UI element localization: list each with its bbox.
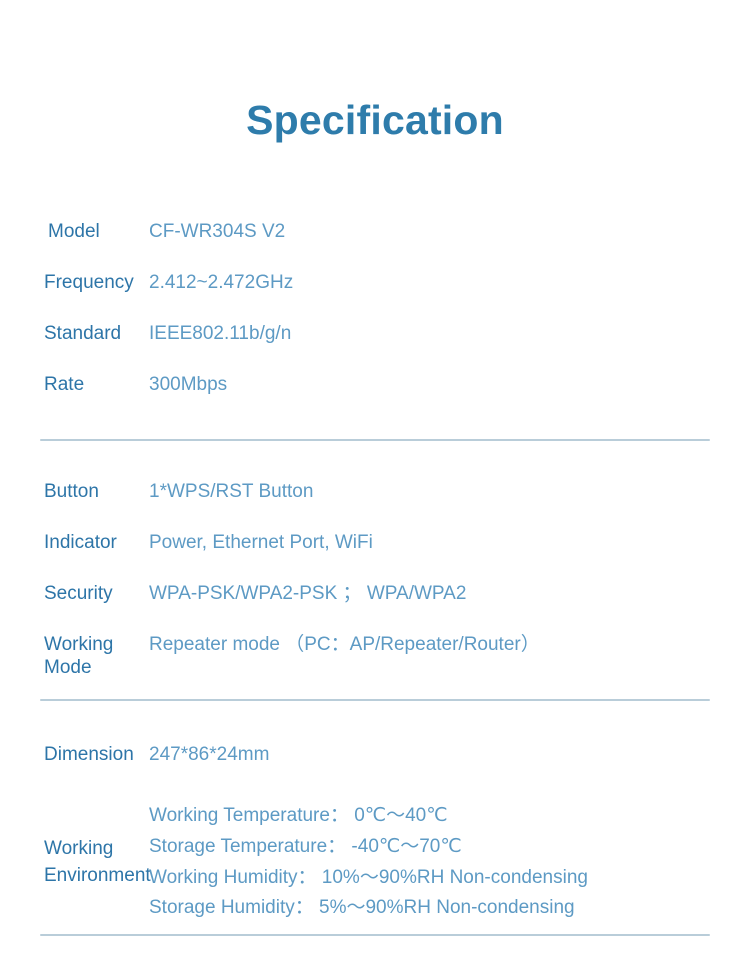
table-row: Working Mode Repeater mode （PC：AP/Repeat… <box>0 633 750 684</box>
row-label-frequency: Frequency <box>44 272 134 293</box>
row-value-working-mode: Repeater mode （PC：AP/Repeater/Router） <box>149 634 540 655</box>
spec-section-features: Button 1*WPS/RST Button Indicator Power,… <box>0 480 750 684</box>
row-label-standard: Standard <box>44 323 122 344</box>
row-label-model: Model <box>48 221 100 242</box>
specification-sheet: Specification Model CF-WR304S V2 Frequen… <box>0 0 750 958</box>
page-title: Specification <box>246 97 504 143</box>
env-line-working-temperature: Working Temperature： 0℃～40℃ <box>149 805 448 826</box>
table-row: Button 1*WPS/RST Button <box>0 480 750 531</box>
spec-section-physical: Dimension 247*86*24mm Working Environmen… <box>0 743 750 924</box>
env-line-working-humidity: Working Humidity： 10%～90%RH Non-condensi… <box>149 866 588 888</box>
row-label-button: Button <box>44 481 99 502</box>
row-value-security: WPA-PSK/WPA2-PSK ； WPA/WPA2 <box>149 583 467 604</box>
row-label-indicator: Indicator <box>44 532 117 553</box>
table-row: Frequency 2.412~2.472GHz <box>0 271 750 322</box>
spec-section-basic: Model CF-WR304S V2 Frequency 2.412~2.472… <box>0 220 750 424</box>
table-row: Working Environment Working Temperature：… <box>0 801 750 924</box>
row-label-security: Security <box>44 583 113 604</box>
env-line-storage-temperature: Storage Temperature： -40℃～70℃ <box>149 835 462 857</box>
table-row: Standard IEEE802.11b/g/n <box>0 322 750 373</box>
table-row: Model CF-WR304S V2 <box>0 220 750 271</box>
row-value-button: 1*WPS/RST Button <box>149 481 314 502</box>
specification-table: Model CF-WR304S V2 Frequency 2.412~2.472… <box>0 220 750 918</box>
row-value-model: CF-WR304S V2 <box>149 221 286 242</box>
row-label-dimension: Dimension <box>44 744 134 765</box>
row-label-working-mode: Working Mode <box>44 634 114 679</box>
table-row: Rate 300Mbps <box>0 373 750 424</box>
row-value-rate: 300Mbps <box>149 374 228 395</box>
row-value-frequency: 2.412~2.472GHz <box>149 272 294 293</box>
env-line-storage-humidity: Storage Humidity： 5%～90%RH Non-condensin… <box>149 897 575 919</box>
row-value-dimension: 247*86*24mm <box>149 744 270 765</box>
section-divider-1 <box>40 439 710 441</box>
table-row: Dimension 247*86*24mm <box>0 743 750 801</box>
table-row: Security WPA-PSK/WPA2-PSK ； WPA/WPA2 <box>0 582 750 633</box>
row-value-working-environment: Working Temperature： 0℃～40℃ Storage Temp… <box>149 801 750 924</box>
row-value-indicator: Power, Ethernet Port, WiFi <box>149 532 373 553</box>
section-divider-2 <box>40 699 710 701</box>
row-label-working-environment: Working Environment <box>44 838 151 886</box>
table-row: Indicator Power, Ethernet Port, WiFi <box>0 531 750 582</box>
row-value-standard: IEEE802.11b/g/n <box>149 323 292 344</box>
section-divider-3 <box>40 934 710 936</box>
row-label-rate: Rate <box>44 374 85 395</box>
